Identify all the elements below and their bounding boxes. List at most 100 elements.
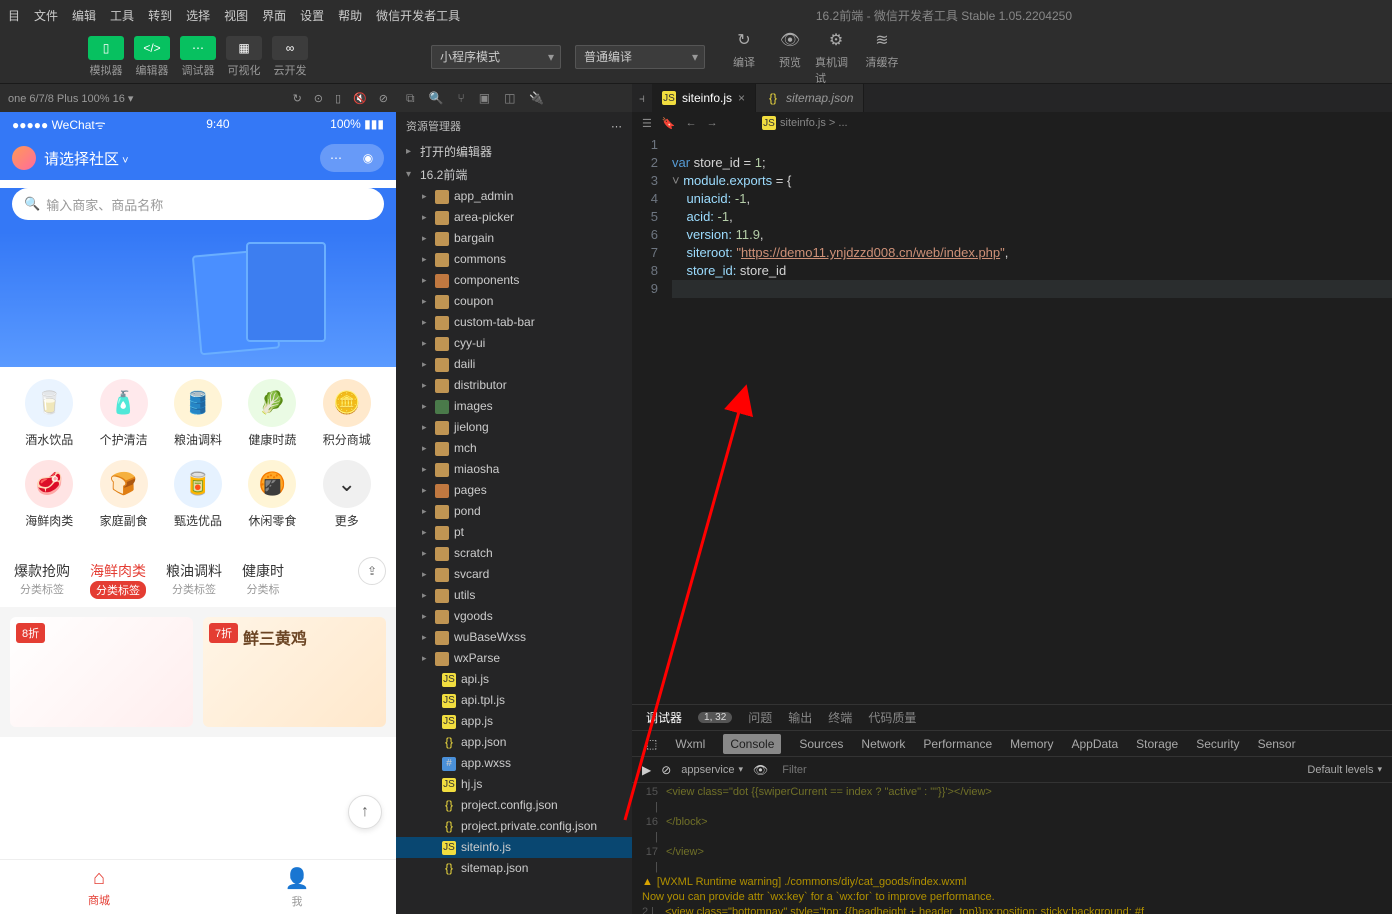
tab-item[interactable]: 海鲜肉类分类标签 — [86, 557, 150, 603]
close-icon[interactable]: ⊘ — [379, 92, 388, 105]
category-item[interactable]: 🪙积分商城 — [323, 379, 371, 448]
tree-item-siteinfo.js[interactable]: JSsiteinfo.js — [396, 837, 632, 858]
category-item[interactable]: 🍘休闲零食 — [248, 460, 296, 529]
menu-item[interactable]: 编辑 — [72, 7, 96, 24]
scope-select[interactable]: appservice — [681, 764, 743, 776]
tree-item-api.js[interactable]: JSapi.js — [396, 669, 632, 690]
menu-item[interactable]: 选择 — [186, 7, 210, 24]
scroll-top-button[interactable]: ↑ — [348, 795, 382, 829]
tree-item-utils[interactable]: utils — [396, 585, 632, 606]
tab-terminal[interactable]: 终端 — [828, 709, 852, 726]
tree-item-pt[interactable]: pt — [396, 522, 632, 543]
tab-item[interactable]: 爆款抢购分类标签 — [10, 557, 74, 603]
tree-item-app.json[interactable]: {}app.json — [396, 732, 632, 753]
menu-item[interactable]: 工具 — [110, 7, 134, 24]
share-button[interactable]: ⇪ — [358, 557, 386, 585]
git-icon[interactable]: ⑂ — [458, 91, 465, 105]
cube-icon[interactable]: ◫ — [504, 91, 515, 105]
tree-item-bargain[interactable]: bargain — [396, 228, 632, 249]
tree-item-images[interactable]: images — [396, 396, 632, 417]
banner[interactable] — [0, 232, 396, 367]
tree-item-wxParse[interactable]: wxParse — [396, 648, 632, 669]
section-open-editors[interactable]: 打开的编辑器 — [396, 140, 632, 163]
more-icon[interactable]: ⋯ — [320, 144, 352, 172]
play-icon[interactable]: ▶ — [642, 763, 651, 777]
tab-sitemap[interactable]: {} sitemap.json — [756, 84, 864, 112]
editor-toggle[interactable]: </>编辑器 — [131, 36, 173, 78]
tree-item-commons[interactable]: commons — [396, 249, 632, 270]
category-item[interactable]: 🍞家庭副食 — [100, 460, 148, 529]
simulator-toggle[interactable]: ▯模拟器 — [85, 36, 127, 78]
tree-item-coupon[interactable]: coupon — [396, 291, 632, 312]
tree-item-daili[interactable]: daili — [396, 354, 632, 375]
tab-quality[interactable]: 代码质量 — [868, 709, 916, 726]
tree-item-pages[interactable]: pages — [396, 480, 632, 501]
tree-item-jielong[interactable]: jielong — [396, 417, 632, 438]
filter-input[interactable] — [778, 762, 998, 778]
tree-item-api.tpl.js[interactable]: JSapi.tpl.js — [396, 690, 632, 711]
tab-problems[interactable]: 问题 — [748, 709, 772, 726]
tree-item-distributor[interactable]: distributor — [396, 375, 632, 396]
menu-item[interactable]: 转到 — [148, 7, 172, 24]
community-select[interactable]: 请选择社区 — [44, 148, 129, 169]
tree-item-project.config.json[interactable]: {}project.config.json — [396, 795, 632, 816]
phone-preview[interactable]: ●●●●● WeChat⁠ᯤ 9:40 100% ▮▮▮ 请选择社区 ⋯ ◉ 🔍… — [0, 112, 396, 914]
avatar[interactable] — [12, 146, 36, 170]
tab-security[interactable]: Security — [1196, 737, 1239, 751]
files-icon[interactable]: ⧉ — [406, 91, 415, 106]
list-icon[interactable]: ☰ — [642, 117, 652, 130]
tree-item-custom-tab-bar[interactable]: custom-tab-bar — [396, 312, 632, 333]
tabbar-me[interactable]: 👤我 — [198, 860, 396, 914]
tree-item-app.wxss[interactable]: #app.wxss — [396, 753, 632, 774]
search-icon[interactable]: 🔍 — [429, 91, 444, 105]
tree-item-vgoods[interactable]: vgoods — [396, 606, 632, 627]
clear-icon[interactable]: ⊘ — [661, 763, 671, 777]
tab-memory[interactable]: Memory — [1010, 737, 1053, 751]
tab-wxml[interactable]: Wxml — [675, 737, 705, 751]
category-item[interactable]: 🥫甄选优品 — [174, 460, 222, 529]
tab-console[interactable]: Console — [723, 734, 781, 754]
tree-item-scratch[interactable]: scratch — [396, 543, 632, 564]
tree-item-hj.js[interactable]: JShj.js — [396, 774, 632, 795]
compile-button[interactable]: ↻编译 — [723, 28, 765, 86]
inspect-icon[interactable]: ⬚ — [646, 737, 657, 751]
levels-select[interactable]: Default levels — [1307, 764, 1382, 776]
plug-icon[interactable]: 🔌 — [529, 91, 544, 105]
menu-item[interactable]: 设置 — [300, 7, 324, 24]
tab-network[interactable]: Network — [861, 737, 905, 751]
mode-select[interactable]: 小程序模式 — [431, 45, 561, 69]
home-icon[interactable]: ⊙ — [314, 92, 323, 105]
clear-cache-button[interactable]: ≋清缓存 — [861, 28, 903, 86]
split-icon[interactable]: ⫞ — [632, 84, 652, 112]
category-item[interactable]: ⌄更多 — [323, 460, 371, 529]
tab-item[interactable]: 健康时分类标 — [238, 557, 288, 603]
menu-item[interactable]: 微信开发者工具 — [376, 7, 460, 24]
cloud-toggle[interactable]: ∞云开发 — [269, 36, 311, 78]
tab-performance[interactable]: Performance — [923, 737, 992, 751]
tab-storage[interactable]: Storage — [1136, 737, 1178, 751]
tab-appdata[interactable]: AppData — [1071, 737, 1118, 751]
tree-item-sitemap.json[interactable]: {}sitemap.json — [396, 858, 632, 879]
tree-item-cyy-ui[interactable]: cyy-ui — [396, 333, 632, 354]
tab-siteinfo[interactable]: JS siteinfo.js × — [652, 84, 756, 112]
refresh-icon[interactable]: ↻ — [293, 92, 302, 105]
bookmark-icon[interactable]: 🔖 — [662, 117, 676, 130]
remote-debug-button[interactable]: ⚙真机调试 — [815, 28, 857, 86]
product-card[interactable]: 8折 — [10, 617, 193, 727]
forward-icon[interactable]: → — [707, 117, 718, 129]
compile-select[interactable]: 普通编译 — [575, 45, 705, 69]
category-item[interactable]: 🛢️粮油调料 — [174, 379, 222, 448]
more-icon[interactable]: ⋯ — [611, 120, 622, 133]
section-project[interactable]: 16.2前端 — [396, 163, 632, 186]
tree-item-mch[interactable]: mch — [396, 438, 632, 459]
search-input[interactable]: 🔍 输入商家、商品名称 — [12, 188, 384, 220]
tab-sensor[interactable]: Sensor — [1258, 737, 1296, 751]
tabbar-mall[interactable]: ⌂商城 — [0, 860, 198, 914]
back-icon[interactable]: ← — [686, 117, 697, 129]
mute-icon[interactable]: 🔇 — [353, 92, 367, 105]
device-select[interactable]: one 6/7/8 Plus 100% 16 ▾ — [8, 92, 133, 105]
category-item[interactable]: 🧴个护清洁 — [100, 379, 148, 448]
tab-item[interactable]: 粮油调料分类标签 — [162, 557, 226, 603]
tree-item-wuBaseWxss[interactable]: wuBaseWxss — [396, 627, 632, 648]
tree-item-project.private.config.json[interactable]: {}project.private.config.json — [396, 816, 632, 837]
